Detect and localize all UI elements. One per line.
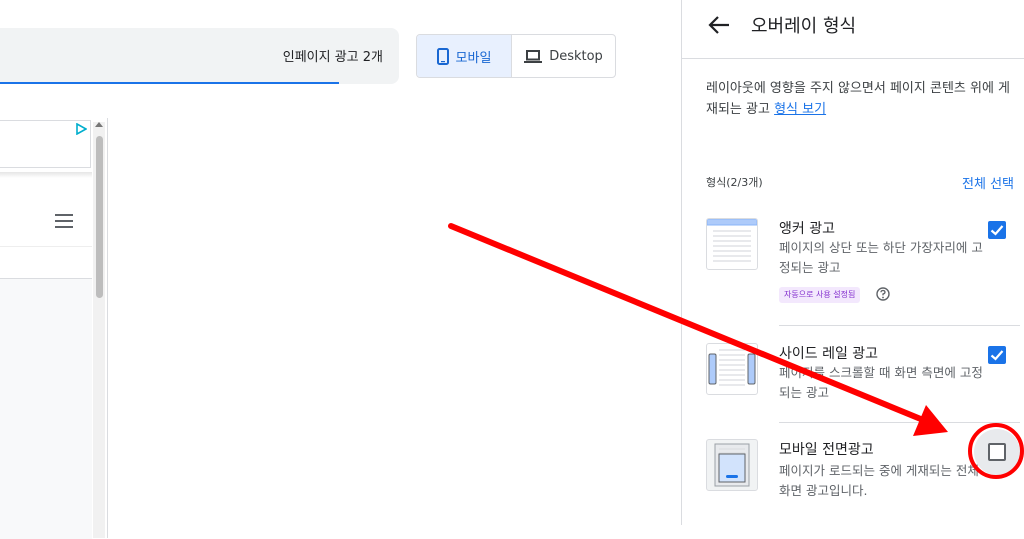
ad-info-bar: 인페이지 광고 2개 — [0, 28, 399, 84]
help-icon[interactable] — [876, 287, 890, 301]
select-all-button[interactable]: 전체 선택 — [962, 173, 1014, 192]
back-arrow-icon[interactable] — [708, 16, 730, 34]
view-formats-link[interactable]: 형식 보기 — [774, 102, 826, 117]
preview-page-header — [0, 172, 92, 247]
mobile-toggle-button[interactable]: 모바일 — [417, 35, 512, 77]
interstitial-ad-title: 모바일 전면광고 — [779, 442, 874, 458]
format-item-interstitial: 모바일 전면광고 페이지가 로드되는 중에 게재되는 전체 화면 광고입니다. — [706, 429, 1020, 525]
format-item-side-rail: 사이드 레일 광고 페이지를 스크롤할 때 화면 측면에 고정되는 광고 — [706, 343, 1020, 423]
hamburger-menu-icon[interactable] — [55, 214, 73, 232]
desktop-toggle-label: Desktop — [549, 48, 603, 64]
loading-progress-bar — [0, 82, 339, 84]
auto-enabled-badge: 자동으로 사용 설정됨 — [779, 287, 861, 303]
format-item-anchor: 앵커 광고 페이지의 상단 또는 하단 가장자리에 고정되는 광고 자동으로 사… — [706, 218, 1020, 326]
anchor-ad-title: 앵커 광고 — [779, 221, 835, 237]
description-text: 레이아웃에 영향을 주지 않으면서 페이지 콘텐츠 위에 게재되는 광고 — [706, 81, 1011, 117]
checkmark-icon — [990, 350, 1004, 361]
inpage-ad-count: 인페이지 광고 2개 — [282, 50, 383, 65]
device-toggle: 모바일 Desktop — [416, 34, 616, 78]
interstitial-ad-thumbnail — [706, 439, 758, 491]
mobile-toggle-label: 모바일 — [455, 50, 492, 66]
panel-description: 레이아웃에 영향을 주지 않으면서 페이지 콘텐츠 위에 게재되는 광고 형식 … — [706, 78, 1016, 120]
formats-count-label: 형식(2/3개) — [706, 176, 763, 189]
preview-anchor-ad — [0, 120, 91, 168]
interstitial-ad-description: 페이지가 로드되는 중에 게재되는 전체 화면 광고입니다. — [779, 463, 979, 498]
scroll-up-arrow-icon[interactable] — [95, 122, 103, 127]
adchoices-icon[interactable] — [75, 123, 87, 135]
mobile-preview-frame — [0, 118, 108, 539]
panel-title: 오버레이 형식 — [751, 16, 857, 37]
anchor-ad-checkbox[interactable] — [988, 221, 1006, 239]
preview-page-body — [0, 278, 92, 539]
anchor-ad-description: 페이지의 상단 또는 하단 가장자리에 고정되는 광고 — [779, 240, 983, 275]
interstitial-ad-checkbox[interactable] — [988, 443, 1006, 461]
side-rail-ad-checkbox[interactable] — [988, 346, 1006, 364]
side-rail-ad-thumbnail — [706, 343, 758, 395]
format-divider — [779, 422, 1020, 423]
format-divider — [779, 325, 1020, 326]
preview-scrollbar-thumb[interactable] — [96, 136, 103, 298]
overlay-formats-panel: 오버레이 형식 레이아웃에 영향을 주지 않으면서 페이지 콘텐츠 위에 게재되… — [681, 0, 1024, 525]
desktop-toggle-button[interactable]: Desktop — [512, 35, 615, 77]
side-rail-ad-title: 사이드 레일 광고 — [779, 346, 879, 362]
anchor-ad-thumbnail — [706, 218, 758, 270]
checkmark-icon — [990, 225, 1004, 236]
phone-icon — [436, 47, 449, 65]
panel-header: 오버레이 형식 — [682, 0, 1024, 59]
side-rail-ad-description: 페이지를 스크롤할 때 화면 측면에 고정되는 광고 — [779, 365, 983, 400]
laptop-icon — [524, 49, 543, 63]
